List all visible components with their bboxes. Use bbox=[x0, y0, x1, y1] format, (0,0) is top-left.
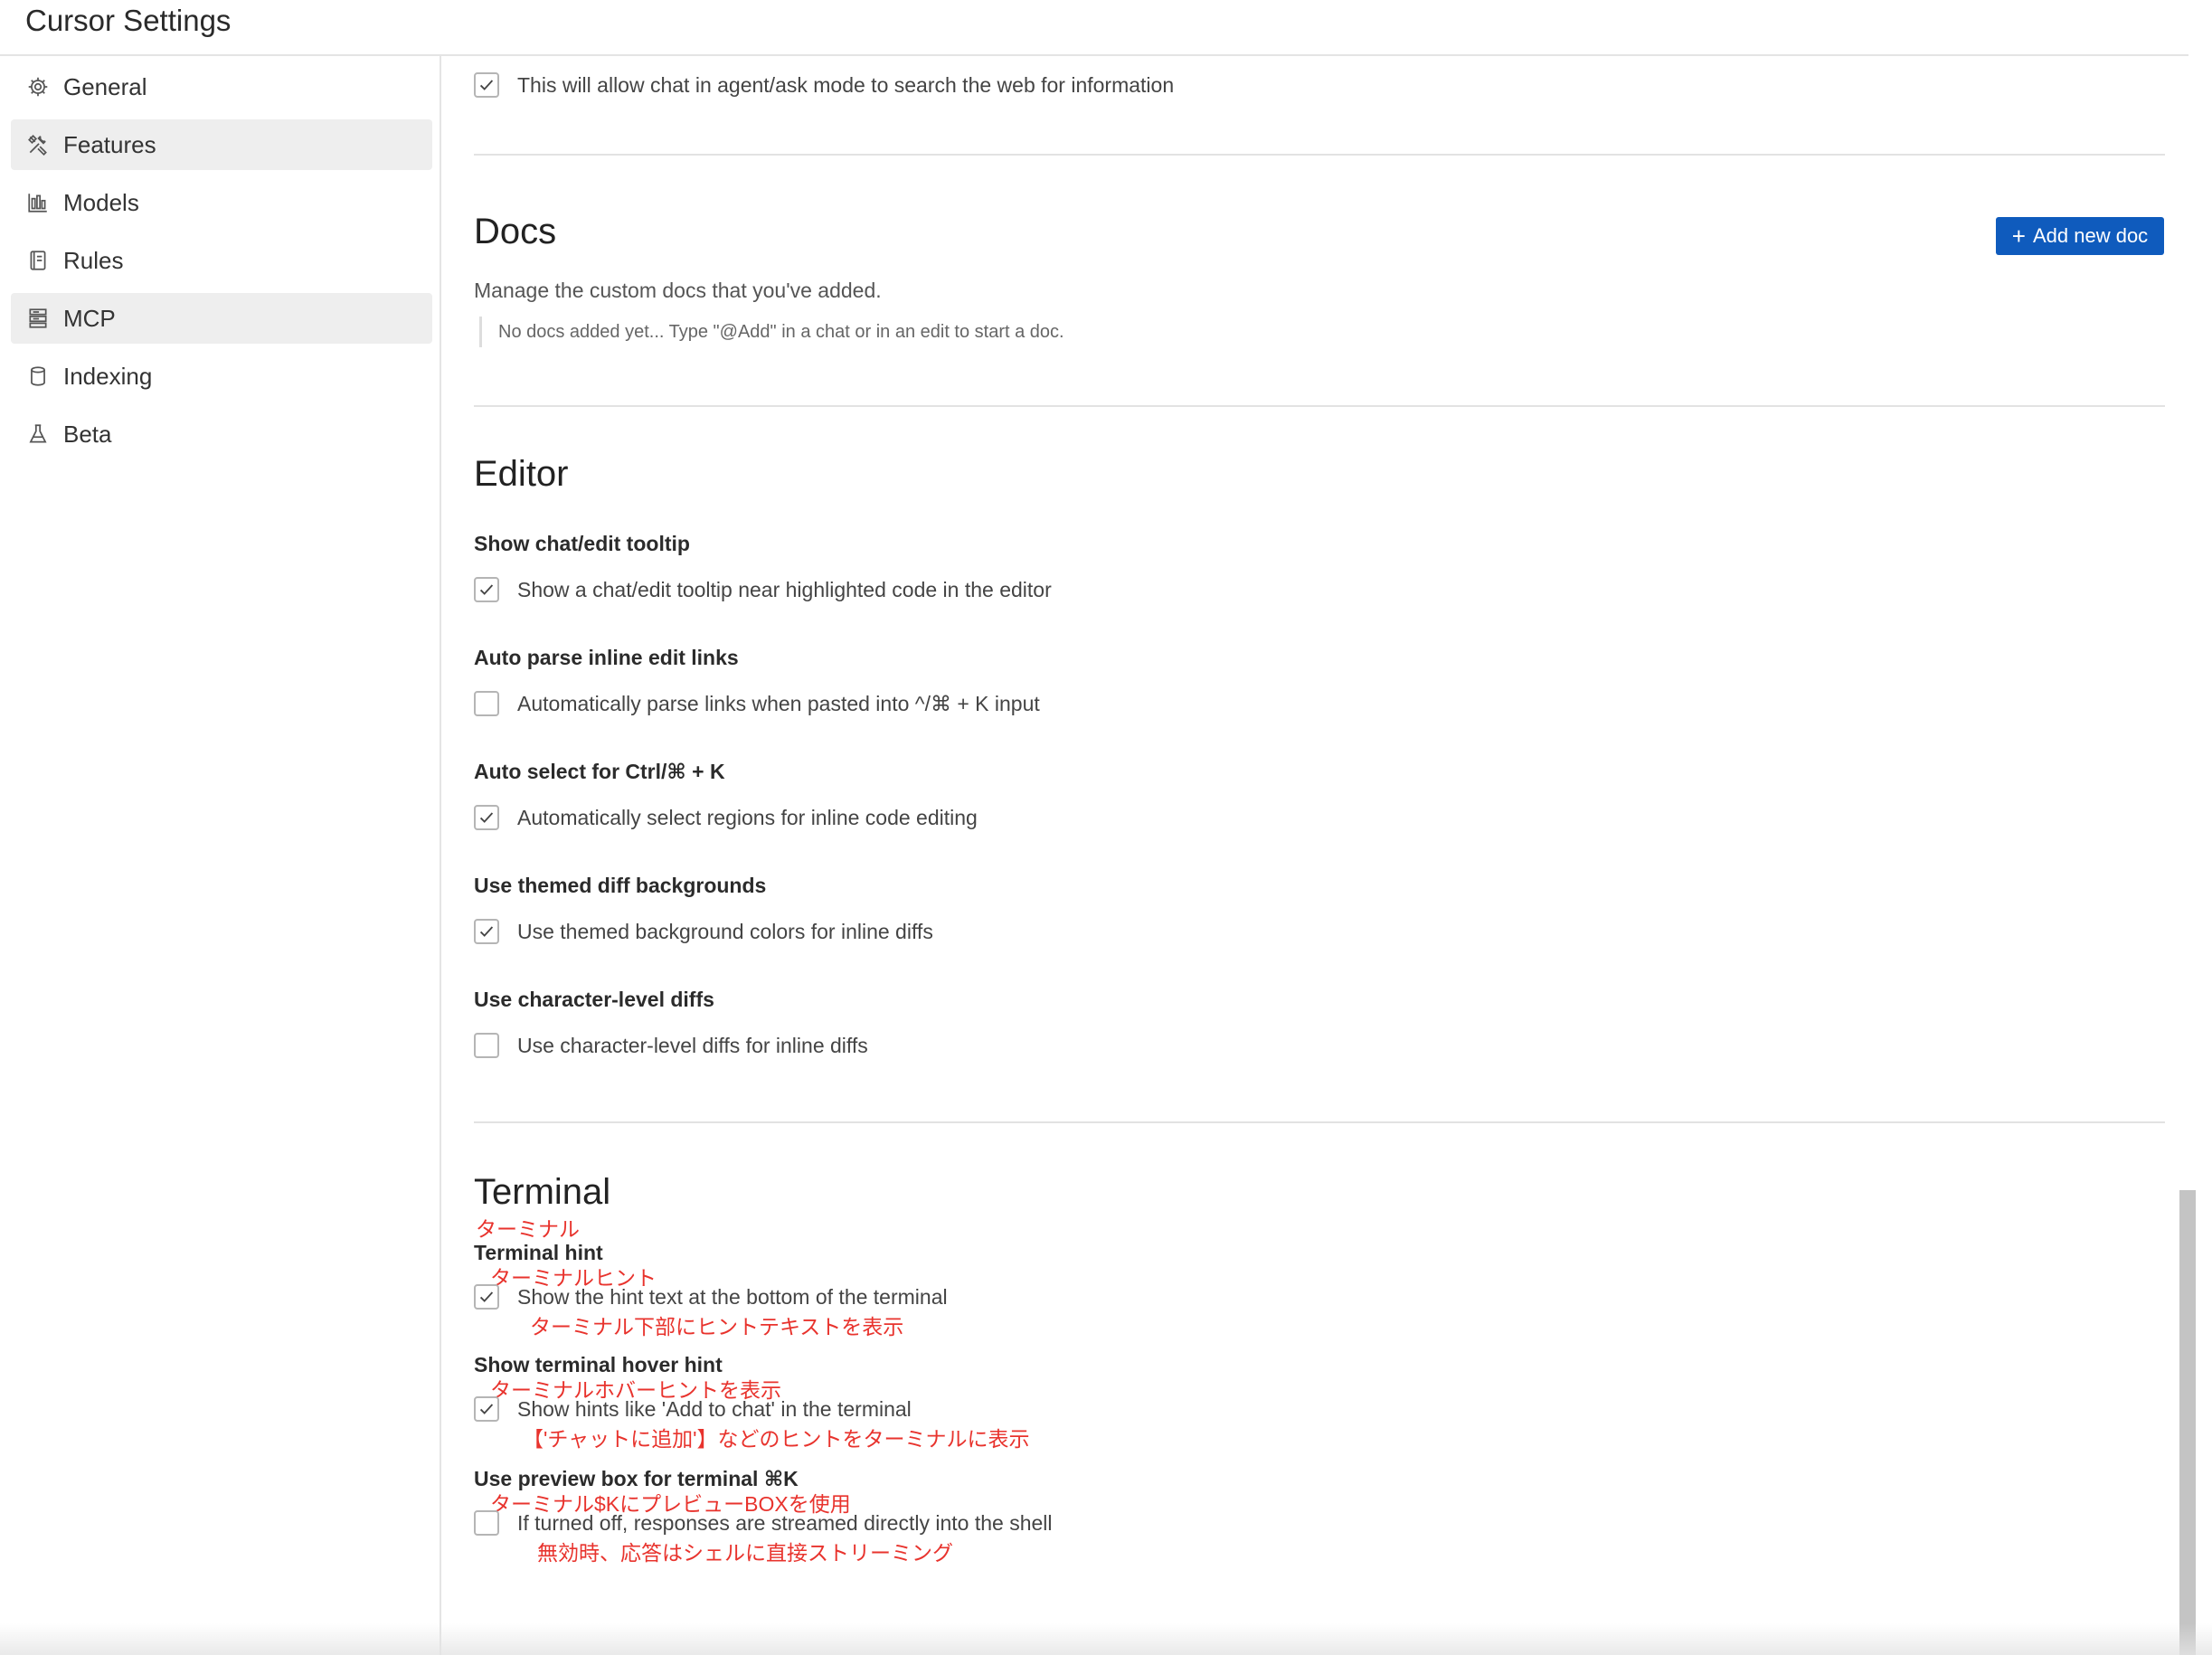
editor-section-title: Editor bbox=[474, 454, 569, 494]
terminal-title-annotation: ターミナル bbox=[476, 1217, 580, 1241]
server-icon bbox=[25, 306, 51, 331]
character-diffs-title: Use character-level diffs bbox=[474, 988, 714, 1011]
checkbox-label: This will allow chat in agent/ask mode t… bbox=[517, 72, 1175, 97]
terminal-hover-hint-checkbox[interactable] bbox=[474, 1396, 499, 1422]
auto-parse-links-setting: Automatically parse links when pasted in… bbox=[474, 691, 1040, 716]
checkbox-label: Automatically select regions for inline … bbox=[517, 805, 978, 829]
checkbox-label: Show a chat/edit tooltip near highlighte… bbox=[517, 577, 1052, 601]
terminal-hover-hint-text-annotation: 【'チャットに追加'】などのヒントをターミナルに表示 bbox=[523, 1427, 1030, 1451]
sidebar-item-label: Features bbox=[63, 130, 156, 158]
checkmark-icon bbox=[479, 926, 494, 937]
sidebar-item-label: Models bbox=[63, 188, 139, 216]
auto-select-checkbox[interactable] bbox=[474, 805, 499, 830]
checkbox-label: Automatically parse links when pasted in… bbox=[517, 691, 1040, 715]
settings-content: This will allow chat in agent/ask mode t… bbox=[441, 56, 2187, 1655]
title-bar: Cursor Settings bbox=[0, 0, 2188, 56]
terminal-hover-hint-setting: Show hints like 'Add to chat' in the ter… bbox=[474, 1396, 912, 1422]
app-title: Cursor Settings bbox=[25, 4, 232, 37]
document-icon bbox=[25, 248, 51, 273]
sidebar-item-label: General bbox=[63, 72, 147, 100]
auto-select-setting: Automatically select regions for inline … bbox=[474, 805, 978, 830]
auto-parse-links-title: Auto parse inline edit links bbox=[474, 646, 739, 669]
terminal-hint-checkbox[interactable] bbox=[474, 1284, 499, 1310]
divider bbox=[474, 1121, 2165, 1123]
terminal-hint-setting: Show the hint text at the bottom of the … bbox=[474, 1284, 948, 1310]
checkbox-label: Use character-level diffs for inline dif… bbox=[517, 1033, 868, 1057]
web-search-checkbox[interactable] bbox=[474, 72, 499, 98]
sidebar-item-indexing[interactable]: Indexing bbox=[11, 351, 432, 402]
sidebar-item-rules[interactable]: Rules bbox=[11, 235, 432, 286]
character-diffs-setting: Use character-level diffs for inline dif… bbox=[474, 1033, 868, 1058]
add-new-doc-button[interactable]: + Add new doc bbox=[1996, 217, 2164, 255]
gear-icon bbox=[25, 74, 51, 99]
sidebar-item-general[interactable]: General bbox=[11, 61, 432, 112]
character-diffs-checkbox[interactable] bbox=[474, 1033, 499, 1058]
checkmark-icon bbox=[479, 1404, 494, 1414]
sidebar-item-models[interactable]: Models bbox=[11, 177, 432, 228]
sidebar: General Features Models Rules MCP Indexi… bbox=[0, 56, 441, 1655]
divider bbox=[474, 154, 2165, 156]
terminal-hint-text-annotation: ターミナル下部にヒントテキストを表示 bbox=[530, 1315, 904, 1338]
terminal-section-title: Terminal bbox=[474, 1172, 611, 1212]
sidebar-item-label: Beta bbox=[63, 420, 112, 448]
bar-chart-icon bbox=[25, 190, 51, 215]
docs-empty-note: No docs added yet... Type "@Add" in a ch… bbox=[479, 317, 1064, 347]
bottom-shadow bbox=[0, 1623, 2212, 1655]
themed-diff-setting: Use themed background colors for inline … bbox=[474, 919, 933, 944]
tools-icon bbox=[25, 132, 51, 157]
checkbox-label: If turned off, responses are streamed di… bbox=[517, 1510, 1053, 1535]
scrollbar-thumb[interactable] bbox=[2179, 1190, 2196, 1655]
database-icon bbox=[25, 364, 51, 389]
docs-section-title: Docs bbox=[474, 212, 557, 251]
sidebar-item-label: MCP bbox=[63, 304, 116, 332]
show-tooltip-title: Show chat/edit tooltip bbox=[474, 532, 690, 555]
sidebar-item-mcp[interactable]: MCP bbox=[11, 293, 432, 344]
preview-box-setting: If turned off, responses are streamed di… bbox=[474, 1510, 1053, 1536]
checkmark-icon bbox=[479, 812, 494, 823]
flask-icon bbox=[25, 421, 51, 447]
checkbox-label: Show hints like 'Add to chat' in the ter… bbox=[517, 1396, 912, 1421]
themed-diff-title: Use themed diff backgrounds bbox=[474, 874, 767, 897]
themed-diff-checkbox[interactable] bbox=[474, 919, 499, 944]
show-tooltip-setting: Show a chat/edit tooltip near highlighte… bbox=[474, 577, 1052, 602]
checkbox-label: Use themed background colors for inline … bbox=[517, 919, 933, 943]
show-tooltip-checkbox[interactable] bbox=[474, 577, 499, 602]
plus-icon: + bbox=[2011, 222, 2026, 250]
divider bbox=[474, 405, 2165, 407]
sidebar-item-label: Rules bbox=[63, 246, 124, 274]
sidebar-item-features[interactable]: Features bbox=[11, 119, 432, 170]
preview-box-text-annotation: 無効時、応答はシェルに直接ストリーミング bbox=[537, 1541, 953, 1565]
checkmark-icon bbox=[479, 1291, 494, 1302]
checkbox-label: Show the hint text at the bottom of the … bbox=[517, 1284, 948, 1309]
docs-description: Manage the custom docs that you've added… bbox=[474, 279, 882, 302]
sidebar-item-beta[interactable]: Beta bbox=[11, 409, 432, 459]
auto-parse-links-checkbox[interactable] bbox=[474, 691, 499, 716]
checkmark-icon bbox=[479, 584, 494, 595]
web-search-setting: This will allow chat in agent/ask mode t… bbox=[474, 72, 1174, 98]
sidebar-item-label: Indexing bbox=[63, 362, 153, 390]
auto-select-title: Auto select for Ctrl/⌘ + K bbox=[474, 760, 725, 783]
checkmark-icon bbox=[479, 80, 494, 90]
preview-box-checkbox[interactable] bbox=[474, 1510, 499, 1536]
